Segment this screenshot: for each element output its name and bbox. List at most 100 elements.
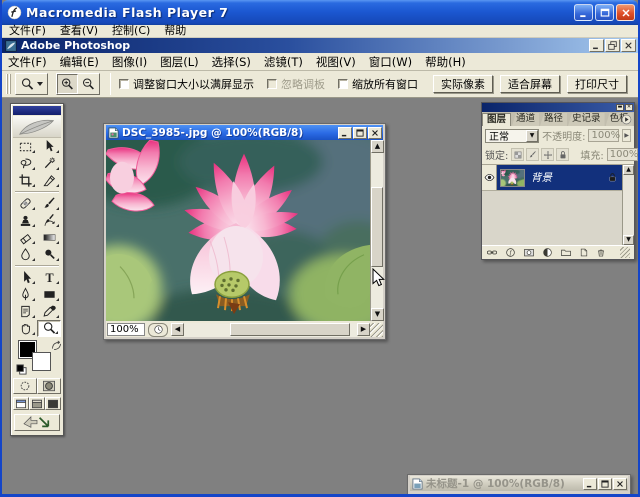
option-checkbox-0[interactable]: 调整窗口大小以满屏显示 <box>119 76 254 92</box>
ps-menu-item-帮助H[interactable]: 帮助(H) <box>425 56 466 68</box>
document-titlebar[interactable]: DSC_3985-.jpg @ 100%(RGB/8) <box>106 125 383 140</box>
ps-menu-item-窗口W[interactable]: 窗口(W) <box>369 56 412 68</box>
option-checkbox-2[interactable]: 缩放所有窗口 <box>338 76 418 92</box>
tool-path-select[interactable] <box>13 269 37 286</box>
background-color-swatch[interactable] <box>33 353 50 370</box>
doc2-close-button[interactable] <box>613 478 627 490</box>
ps-menu-item-文件F[interactable]: 文件(F) <box>8 56 47 68</box>
palette-close-button[interactable]: ✕ <box>625 104 633 111</box>
scroll-down-arrow[interactable]: ▼ <box>371 308 384 321</box>
tool-eyedropper[interactable] <box>37 303 61 320</box>
zoom-out-button[interactable] <box>78 74 99 94</box>
folder-icon[interactable] <box>560 247 572 258</box>
fullscreen-mode-button[interactable] <box>45 397 61 410</box>
layer-row[interactable]: 背景 <box>482 165 622 191</box>
fp-menu-item-控制C[interactable]: 控制(C) <box>112 25 150 37</box>
tool-preset-picker[interactable] <box>15 73 49 95</box>
palette-tab-通道[interactable]: 通道 <box>512 113 539 126</box>
quick-mask-mode-button[interactable] <box>37 378 61 394</box>
doc2-maximize-button[interactable] <box>598 478 612 490</box>
tool-gradient[interactable] <box>37 229 61 246</box>
tool-pen[interactable] <box>13 286 37 303</box>
minimize-button[interactable] <box>574 4 593 21</box>
palette-tab-路径[interactable]: 路径 <box>540 113 567 126</box>
tool-type[interactable]: T <box>37 269 61 286</box>
layer-thumbnail[interactable] <box>500 169 525 187</box>
layer-mask-icon[interactable] <box>523 247 535 258</box>
checkbox-box[interactable] <box>338 79 348 89</box>
tool-healing-brush[interactable] <box>13 195 37 212</box>
palette-scroll-up[interactable]: ▲ <box>623 165 634 175</box>
tool-zoom[interactable] <box>37 320 61 337</box>
close-button[interactable] <box>616 4 635 21</box>
tool-lasso[interactable] <box>13 155 37 172</box>
default-colors-icon[interactable] <box>16 364 27 375</box>
lock-transparent-button[interactable] <box>511 148 524 161</box>
zoom-level-field[interactable]: 100% <box>107 323 145 336</box>
options-button-1[interactable]: 适合屏幕 <box>500 75 560 93</box>
palette-tab-史记录[interactable]: 史记录 <box>568 113 605 126</box>
tool-magic-wand[interactable] <box>37 155 61 172</box>
ps-close-button[interactable] <box>621 39 636 52</box>
trash-icon[interactable] <box>596 247 606 258</box>
blend-mode-select[interactable]: 正常 ▼ <box>485 129 539 143</box>
ps-menu-item-视图V[interactable]: 视图(V) <box>316 56 356 68</box>
fullscreen-menubar-mode-button[interactable] <box>29 397 45 410</box>
lock-image-button[interactable] <box>526 148 539 161</box>
canvas-image-lotus[interactable] <box>106 140 370 321</box>
ps-menu-item-选择S[interactable]: 选择(S) <box>212 56 251 68</box>
horizontal-scroll-thumb[interactable] <box>230 323 350 336</box>
fp-menu-item-文件F[interactable]: 文件(F) <box>9 25 46 37</box>
standard-screen-mode-button[interactable] <box>13 397 29 410</box>
resize-grip[interactable] <box>370 323 383 337</box>
maximize-button[interactable] <box>595 4 614 21</box>
options-button-2[interactable]: 打印尺寸 <box>567 75 627 93</box>
tool-rect-marquee[interactable] <box>13 138 37 155</box>
horizontal-scrollbar[interactable] <box>184 323 357 337</box>
standard-mode-button[interactable] <box>13 378 37 394</box>
palette-minimize-button[interactable]: ▬ <box>616 104 624 111</box>
checkbox-box[interactable] <box>119 79 129 89</box>
blend-dropdown-arrow[interactable]: ▼ <box>526 130 538 142</box>
tool-move[interactable] <box>37 138 61 155</box>
visibility-cell[interactable] <box>482 165 497 190</box>
options-bar-grip[interactable] <box>6 74 11 94</box>
jump-to-imageready-button[interactable] <box>14 414 60 431</box>
tool-slice[interactable] <box>37 172 61 189</box>
scroll-left-arrow[interactable]: ◀ <box>171 323 184 336</box>
status-info-button[interactable] <box>148 323 168 337</box>
tool-shape[interactable] <box>37 286 61 303</box>
zoom-in-button[interactable] <box>57 74 78 94</box>
swap-colors-icon[interactable] <box>50 340 63 351</box>
doc2-minimize-button[interactable] <box>583 478 597 490</box>
tool-history-brush[interactable] <box>37 212 61 229</box>
fp-menu-item-帮助[interactable]: 帮助 <box>164 25 186 37</box>
tool-notes[interactable] <box>13 303 37 320</box>
ps-menu-item-图像I[interactable]: 图像(I) <box>112 56 147 68</box>
tool-crop[interactable] <box>13 172 37 189</box>
tool-blur[interactable] <box>13 246 37 263</box>
doc-maximize-button[interactable] <box>353 127 367 139</box>
opacity-spinner[interactable]: ▶ <box>622 129 631 142</box>
layer-style-icon[interactable]: f <box>505 247 516 258</box>
fill-value[interactable]: 100% <box>607 148 638 161</box>
ps-restore-button[interactable] <box>605 39 620 52</box>
palette-titlebar[interactable]: ▬ ✕ <box>482 103 634 112</box>
options-button-0[interactable]: 实际像素 <box>433 75 493 93</box>
ps-minimize-button[interactable] <box>589 39 604 52</box>
link-icon[interactable] <box>486 247 498 258</box>
doc-close-button[interactable] <box>368 127 382 139</box>
scroll-right-arrow[interactable]: ▶ <box>357 323 370 336</box>
palette-scroll-down[interactable]: ▼ <box>623 235 634 245</box>
tool-eraser[interactable] <box>13 229 37 246</box>
new-layer-icon[interactable] <box>579 247 589 258</box>
scroll-up-arrow[interactable]: ▲ <box>371 140 384 153</box>
vertical-scrollbar[interactable]: ▲ ▼ <box>370 140 383 321</box>
tool-clone-stamp[interactable] <box>13 212 37 229</box>
opacity-value[interactable]: 100% <box>588 129 619 142</box>
tool-dodge[interactable] <box>37 246 61 263</box>
lock-all-button[interactable] <box>556 148 569 161</box>
tool-brush[interactable] <box>37 195 61 212</box>
palette-tab-图层[interactable]: 图层 <box>482 113 511 126</box>
ps-menu-item-图层L[interactable]: 图层(L) <box>160 56 198 68</box>
